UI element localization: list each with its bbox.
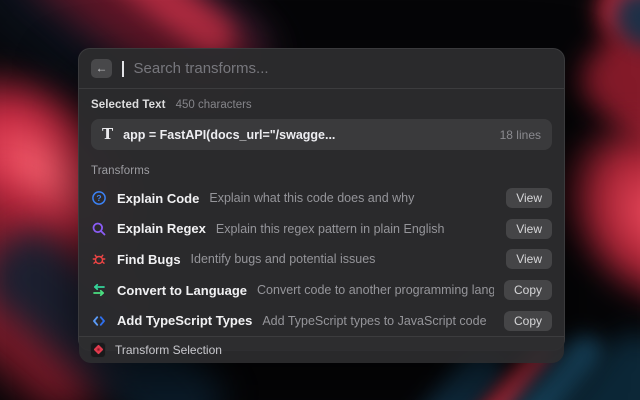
selected-text-preview: app = FastAPI(docs_url="/swagge... [123,128,489,142]
code-brackets-icon [91,313,107,329]
transform-row-explain-regex[interactable]: Explain Regex Explain this regex pattern… [91,214,552,245]
transform-description: Explain this regex pattern in plain Engl… [216,222,496,236]
magnifier-icon [91,221,107,237]
transform-row-add-typescript-types[interactable]: Add TypeScript Types Add TypeScript type… [91,305,552,336]
view-button[interactable]: View [506,219,552,239]
transform-title: Explain Regex [117,221,206,236]
text-caret [122,61,124,77]
selected-text-row[interactable]: T app = FastAPI(docs_url="/swagge... 18 … [91,119,552,150]
footer-action-bar: Transform Selection [79,336,564,363]
question-circle-icon: ? [91,190,107,206]
swap-arrows-icon [91,282,107,298]
transform-palette-dialog: ← Selected Text 450 characters T app = F… [78,48,565,351]
transforms-section-label: Transforms [91,165,150,177]
transform-description: Add TypeScript types to JavaScript code [262,314,494,328]
svg-text:?: ? [96,193,101,203]
transform-title: Add TypeScript Types [117,313,252,328]
transform-row-explain-code[interactable]: ? Explain Code Explain what this code do… [91,183,552,214]
transform-title: Convert to Language [117,283,247,298]
transform-row-convert-to-language[interactable]: Convert to Language Convert code to anot… [91,275,552,306]
selected-line-count: 18 lines [500,128,541,142]
view-button[interactable]: View [506,188,552,208]
back-arrow-icon: ← [96,59,108,78]
selected-char-count: 450 characters [176,99,252,111]
search-input[interactable] [134,60,553,77]
transform-title: Find Bugs [117,252,181,267]
red-diamond-icon [93,345,103,355]
bug-icon [91,251,107,267]
transform-row-find-bugs[interactable]: Find Bugs Identify bugs and potential is… [91,244,552,275]
selected-text-section-label: Selected Text [91,99,166,111]
copy-button[interactable]: Copy [504,280,552,300]
footer-action-label[interactable]: Transform Selection [115,343,222,357]
transform-description: Explain what this code does and why [209,191,496,205]
transform-description: Identify bugs and potential issues [191,252,497,266]
copy-button[interactable]: Copy [504,311,552,331]
transform-title: Explain Code [117,191,199,206]
back-button[interactable]: ← [91,59,112,78]
search-bar: ← [79,49,564,89]
transform-description: Convert code to another programming lang… [257,283,494,297]
text-icon: T [102,127,113,142]
transform-selection-icon [90,342,106,358]
view-button[interactable]: View [506,249,552,269]
